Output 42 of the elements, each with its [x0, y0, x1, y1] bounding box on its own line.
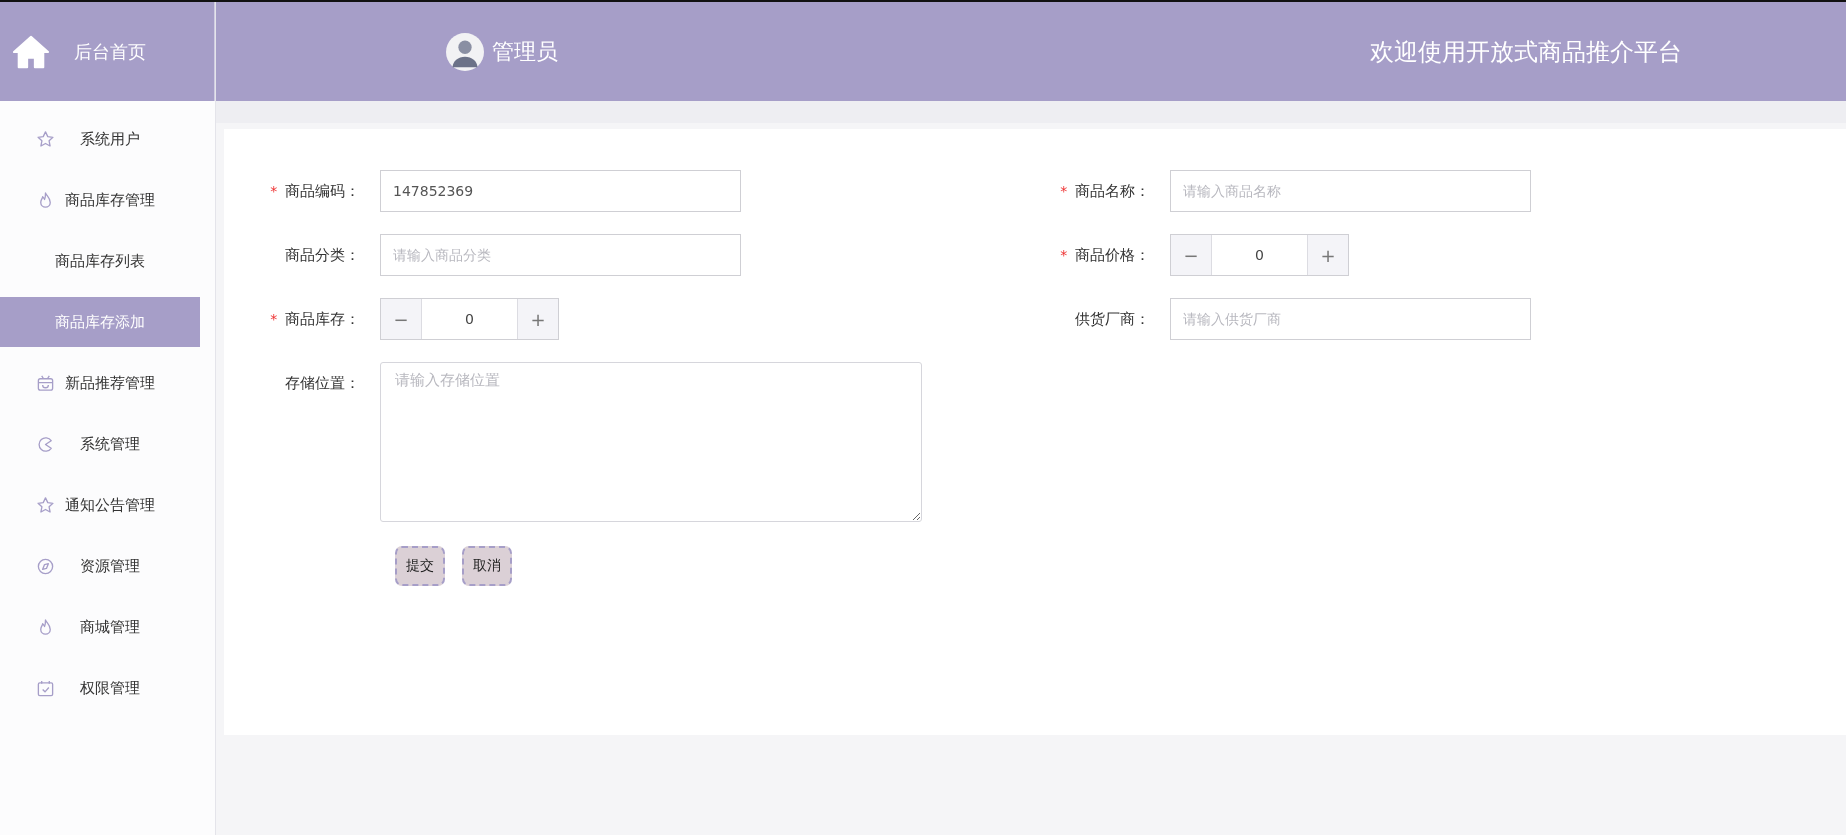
menu-item[interactable]: 权限管理: [0, 658, 215, 719]
form-button[interactable]: 取消: [462, 546, 512, 586]
menu-item[interactable]: 资源管理: [0, 536, 215, 597]
menu-item[interactable]: 通知公告管理: [0, 475, 215, 536]
text-field[interactable]: 147852369: [380, 170, 741, 212]
text-field[interactable]: 请输入供货厂商: [1170, 298, 1531, 340]
decrement-button[interactable]: −: [381, 299, 421, 339]
menu-item[interactable]: 商品库存管理: [0, 170, 215, 231]
submenu-item[interactable]: 商品库存列表: [0, 231, 200, 292]
number-stepper[interactable]: − 0 +: [380, 298, 559, 340]
required-mark: *: [270, 311, 278, 327]
text-field[interactable]: 请输入商品名称: [1170, 170, 1531, 212]
field-label: 供货厂商：: [1075, 310, 1150, 328]
pie-icon: [36, 435, 55, 454]
field-label: 商品分类：: [285, 246, 360, 264]
menu-item[interactable]: 系统管理: [0, 414, 215, 475]
form-button[interactable]: 提交: [395, 546, 445, 586]
star-icon: [36, 130, 55, 149]
welcome-title: 欢迎使用开放式商品推介平台: [1370, 36, 1682, 68]
field-label: 商品库存：: [285, 310, 360, 328]
menu-item[interactable]: 新品推荐管理: [0, 353, 215, 414]
number-stepper[interactable]: − 0 +: [1170, 234, 1349, 276]
gift-box-icon: [36, 374, 55, 393]
required-mark: *: [1060, 247, 1068, 263]
avatar-icon[interactable]: [446, 32, 484, 71]
field-label: 存储位置：: [285, 374, 360, 392]
menu-item[interactable]: 系统用户: [0, 109, 215, 170]
text-field[interactable]: 请输入商品分类: [380, 234, 741, 276]
star-icon: [36, 496, 55, 515]
home-icon: [12, 33, 50, 70]
textarea-field[interactable]: 请输入存储位置: [380, 362, 922, 522]
field-label: 商品价格：: [1075, 246, 1150, 264]
required-mark: *: [1060, 183, 1068, 199]
required-mark: *: [270, 183, 278, 199]
calendar-check-icon: [36, 679, 55, 698]
field-label: 商品编码：: [285, 182, 360, 200]
field-label: 商品名称：: [1075, 182, 1150, 200]
decrement-button[interactable]: −: [1171, 235, 1211, 275]
increment-button[interactable]: +: [1308, 235, 1348, 275]
increment-button[interactable]: +: [518, 299, 558, 339]
menu-item[interactable]: 商城管理: [0, 597, 215, 658]
compass-icon: [36, 557, 55, 576]
